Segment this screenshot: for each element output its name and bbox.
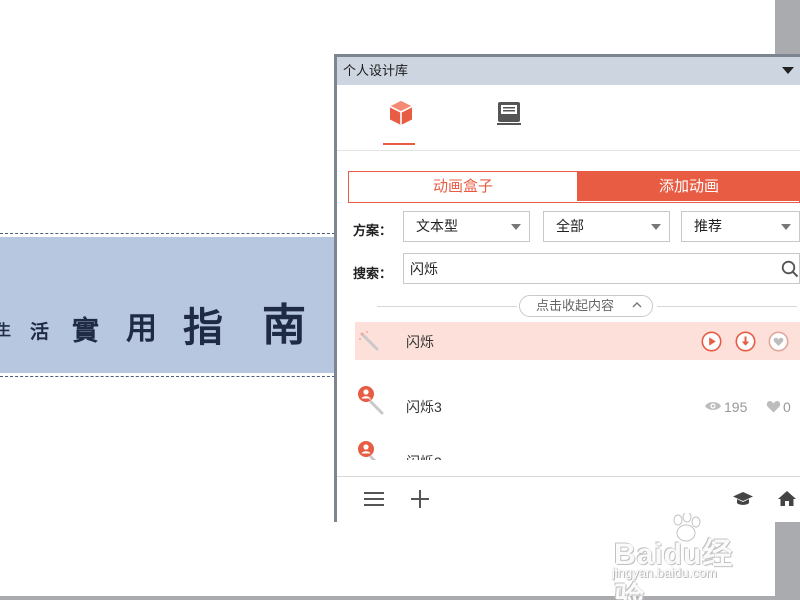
tab-download-tray[interactable] [489,99,529,139]
result-row-clipped[interactable]: 闪烁3 [355,440,800,460]
search-label: 搜索： [353,266,393,281]
graduation-cap-icon[interactable] [733,491,753,507]
design-library-panel: 个人设计库 动画盒子 添加动画 方案： 文本型 全部 推荐 搜索： 闪烁 点击收… [334,54,800,522]
user-magic-wand-icon [358,441,377,460]
active-tab-underline [383,143,415,145]
home-icon[interactable] [778,490,796,507]
panel-title: 个人设计库 [343,63,409,78]
chevron-up-icon [632,302,642,308]
result-row[interactable]: 闪烁 [355,322,800,360]
collapse-label: 点击收起内容 [536,298,615,313]
segmented-control: 动画盒子 添加动画 [348,171,800,203]
result-row[interactable]: 闪烁3 195 0 [355,385,800,423]
divider-line [377,306,517,307]
chevron-down-icon [511,224,521,230]
watermark-url: jingyan.baidu.com [612,565,717,580]
banner-dashed-top [0,233,340,234]
inbox-download-icon [497,102,521,125]
collapse-content-button[interactable]: 点击收起内容 [519,295,653,317]
banner-char: 實 [72,316,99,347]
like-count: 0 [783,399,791,415]
play-icon[interactable] [701,331,722,352]
animation-box-button[interactable]: 动画盒子 [349,172,577,201]
eye-icon [705,402,721,410]
panel-menu-dropdown-icon[interactable] [782,67,794,74]
panel-titlebar: 个人设计库 [337,57,800,85]
banner-char: 用 [126,311,157,347]
cube-icon [389,101,413,125]
slide-banner: 生 活 實 用 指 南 [0,233,340,379]
chevron-down-icon [781,224,791,230]
banner-char: 活 [30,321,50,343]
banner-char: 指 [183,304,223,351]
scheme-label: 方案： [353,223,393,238]
sort-select-value: 推荐 [694,218,722,234]
result-label: 闪烁 [406,334,434,350]
chevron-down-icon [651,224,661,230]
baidu-watermark: Baidu经验 jingyan.baidu.com [612,513,762,600]
plus-icon[interactable] [411,490,429,508]
banner-char: 生 [0,321,12,339]
download-icon[interactable] [735,331,756,352]
result-label: 闪烁3 [406,399,442,415]
user-magic-wand-icon [358,386,384,415]
scope-select[interactable]: 全部 [543,211,670,242]
divider-line [657,306,797,307]
scope-select-value: 全部 [556,218,584,234]
favorite-heart-icon[interactable] [768,331,789,352]
add-animation-button[interactable]: 添加动画 [577,172,800,201]
view-count: 195 [724,399,748,415]
menu-icon[interactable] [364,491,384,507]
sort-select[interactable]: 推荐 [681,211,800,242]
banner-char: 南 [262,300,306,351]
search-icon[interactable] [781,260,799,278]
type-select-value: 文本型 [416,218,458,234]
like-heart-icon[interactable] [766,400,781,413]
tab-animation-box[interactable] [381,99,421,145]
panel-tabs [337,85,800,151]
search-input[interactable] [403,253,800,284]
result-label: 闪烁3 [406,452,442,460]
banner-dashed-bottom [0,376,340,377]
magic-wand-icon [359,331,379,351]
type-select[interactable]: 文本型 [403,211,530,242]
